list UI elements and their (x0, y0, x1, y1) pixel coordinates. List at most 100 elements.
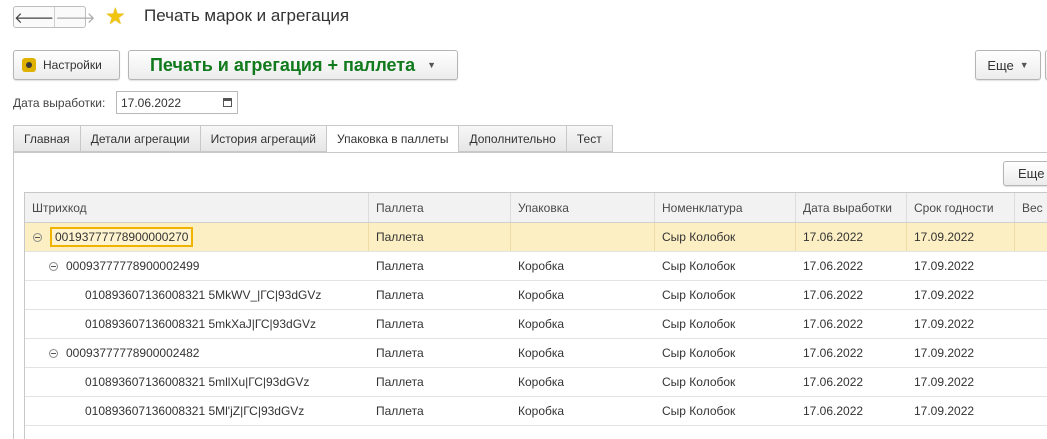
cell-production-date: 17.06.2022 (803, 317, 864, 331)
cell-weight (1015, 310, 1047, 338)
aggregation-tree-table: Штрихкод Паллета Упаковка Номенклатура Дата … (24, 192, 1047, 439)
column-header-barcode[interactable]: Штрихкод (25, 193, 369, 222)
table-row[interactable]: 010893607136008321 5Ml'jZ|ГС|93dGVz Палле… (25, 397, 1047, 426)
more-label: Еще (987, 57, 1014, 73)
cell-expiry-date: 17.09.2022 (907, 223, 1015, 251)
settings-label: Настройки (43, 58, 102, 72)
table-header: Штрихкод Паллета Упаковка Номенклатура Дата … (25, 193, 1047, 223)
cell-barcode: 00093777778900002499 (25, 252, 369, 280)
tab-bar: Главная Детали агрегации История агрегаций… (13, 125, 613, 153)
cell-weight (1015, 223, 1047, 251)
cell-expiry-date: 17.09.2022 (914, 259, 975, 273)
page-title: Печать марок и агрегация (144, 6, 350, 25)
cell-nomenclature: Сыр Колобок (662, 317, 736, 331)
tab-test[interactable]: Тест (565, 125, 613, 152)
cell-production-date: 17.06.2022 (803, 404, 864, 418)
cell-packaging: Коробка (518, 259, 565, 273)
cell-barcode: 00193777778900000270 (25, 223, 369, 251)
cell-packaging: Коробка (518, 404, 565, 418)
title-bar: 🡐 🡒 ★ Печать марок и агрегация (0, 0, 1047, 36)
cell-barcode: 010893607136008321 5mllXu|ГС|93dGVz (25, 368, 369, 396)
cell-weight (1015, 281, 1047, 309)
cell-expiry-date: 17.09.2022 (914, 317, 975, 331)
cell-pallet: Паллета (369, 223, 511, 251)
table-row[interactable]: 010893607136008321 5mkXaJ|ГС|93dGVz Палле… (25, 310, 1047, 339)
table-row[interactable]: 010893607136008321 5MkWV_|ГС|93dGVz Палле… (25, 281, 1047, 310)
cell-expiry-date: 17.09.2022 (914, 404, 975, 418)
calendar-icon (222, 98, 232, 107)
table-row[interactable]: 00093777778900002482 Паллета Коробка Сыр Ко… (25, 339, 1047, 368)
cell-packaging: Коробка (518, 375, 565, 389)
app-window: 🡐 🡒 ★ Печать марок и агрегация Настройки… (0, 0, 1047, 439)
print-aggregate-label: Печать и агрегация + паллета (149, 54, 416, 75)
column-header-nomenclature[interactable]: Номенклатура (655, 193, 796, 222)
barcode-text: 010893607136008321 5mllXu|ГС|93dGVz (85, 375, 310, 389)
cell-nomenclature: Сыр Колобок (662, 375, 736, 389)
cell-weight (1015, 339, 1047, 367)
gear-icon (22, 58, 36, 72)
cell-packaging: Коробка (518, 317, 565, 331)
cell-weight (1015, 397, 1047, 425)
cell-production-date: 17.06.2022 (803, 259, 864, 273)
cell-packaging (511, 223, 655, 251)
column-header-packaging[interactable]: Упаковка (511, 193, 655, 222)
tab-pallet-packing[interactable]: Упаковка в паллеты (325, 125, 459, 153)
table-more-label: Еще (1018, 166, 1045, 181)
cell-pallet: Паллета (376, 375, 424, 389)
column-header-weight[interactable]: Вес (1015, 193, 1047, 222)
cell-expiry-date: 17.09.2022 (914, 375, 975, 389)
back-button[interactable]: 🡐 (14, 7, 54, 27)
table-row[interactable]: 00093777778900002499 Паллета Коробка Сыр Ко… (25, 252, 1047, 281)
calendar-button[interactable] (217, 92, 237, 113)
favorite-star-icon[interactable]: ★ (105, 4, 126, 28)
tab-main[interactable]: Главная (13, 125, 80, 152)
cell-production-date: 17.06.2022 (803, 288, 864, 302)
cell-pallet: Паллета (376, 288, 424, 302)
table-row[interactable]: 010893607136008321 5mllXu|ГС|93dGVz Палле… (25, 368, 1047, 397)
arrow-left-icon: 🡐 (14, 9, 55, 27)
cell-packaging: Коробка (518, 346, 565, 360)
cell-nomenclature: Сыр Колобок (662, 259, 736, 273)
cell-weight (1015, 252, 1047, 280)
print-aggregate-pallet-button[interactable]: Печать и агрегация + паллета ▼ (128, 50, 458, 80)
tab-aggregation-history[interactable]: История агрегаций (199, 125, 326, 152)
cell-nomenclature: Сыр Колобок (662, 404, 736, 418)
cell-nomenclature: Сыр Колобок (655, 223, 796, 251)
forward-button[interactable]: 🡒 (54, 7, 95, 27)
collapse-icon[interactable] (49, 261, 58, 271)
table-more-button[interactable]: Еще (1003, 161, 1047, 186)
column-header-expiry-date[interactable]: Срок годности (907, 193, 1015, 222)
cell-pallet: Паллета (376, 346, 424, 360)
cell-packaging: Коробка (518, 288, 565, 302)
barcode-text: 010893607136008321 5mkXaJ|ГС|93dGVz (85, 317, 317, 331)
cell-barcode: 00093777778900002482 (25, 339, 369, 367)
cell-production-date: 17.06.2022 (796, 223, 907, 251)
table-row[interactable]: 00193777778900000270 Паллета Сыр Колобок 17… (25, 223, 1047, 252)
collapse-icon[interactable] (49, 348, 58, 358)
cell-expiry-date: 17.09.2022 (914, 346, 975, 360)
column-header-pallet[interactable]: Паллета (369, 193, 511, 222)
cell-barcode: 010893607136008321 5MkWV_|ГС|93dGVz (25, 281, 369, 309)
tab-additional[interactable]: Дополнительно (458, 125, 566, 152)
cell-barcode: 010893607136008321 5mkXaJ|ГС|93dGVz (25, 310, 369, 338)
chevron-down-icon: ▼ (427, 60, 437, 70)
nav-group: 🡐 🡒 (13, 6, 95, 28)
tab-aggregation-details[interactable]: Детали агрегации (79, 125, 200, 152)
production-date-field[interactable]: 17.06.2022 (116, 91, 238, 114)
cell-pallet: Паллета (376, 317, 424, 331)
arrow-right-icon: 🡒 (55, 9, 96, 27)
cell-nomenclature: Сыр Колобок (662, 346, 736, 360)
barcode-text: 00193777778900000270 (50, 227, 194, 247)
column-header-production-date[interactable]: Дата выработки (796, 193, 907, 222)
chevron-down-icon: ▼ (1019, 60, 1029, 70)
more-button[interactable]: Еще ▼ (975, 50, 1041, 80)
cell-weight (1015, 368, 1047, 396)
settings-button[interactable]: Настройки (13, 50, 120, 80)
cell-nomenclature: Сыр Колобок (662, 288, 736, 302)
barcode-text: 010893607136008321 5MkWV_|ГС|93dGVz (85, 288, 322, 302)
cell-pallet: Паллета (376, 259, 424, 273)
cell-barcode: 010893607136008321 5Ml'jZ|ГС|93dGVz (25, 397, 369, 425)
collapse-icon[interactable] (33, 232, 42, 242)
cell-production-date: 17.06.2022 (803, 346, 864, 360)
barcode-text: 00093777778900002499 (66, 259, 200, 273)
